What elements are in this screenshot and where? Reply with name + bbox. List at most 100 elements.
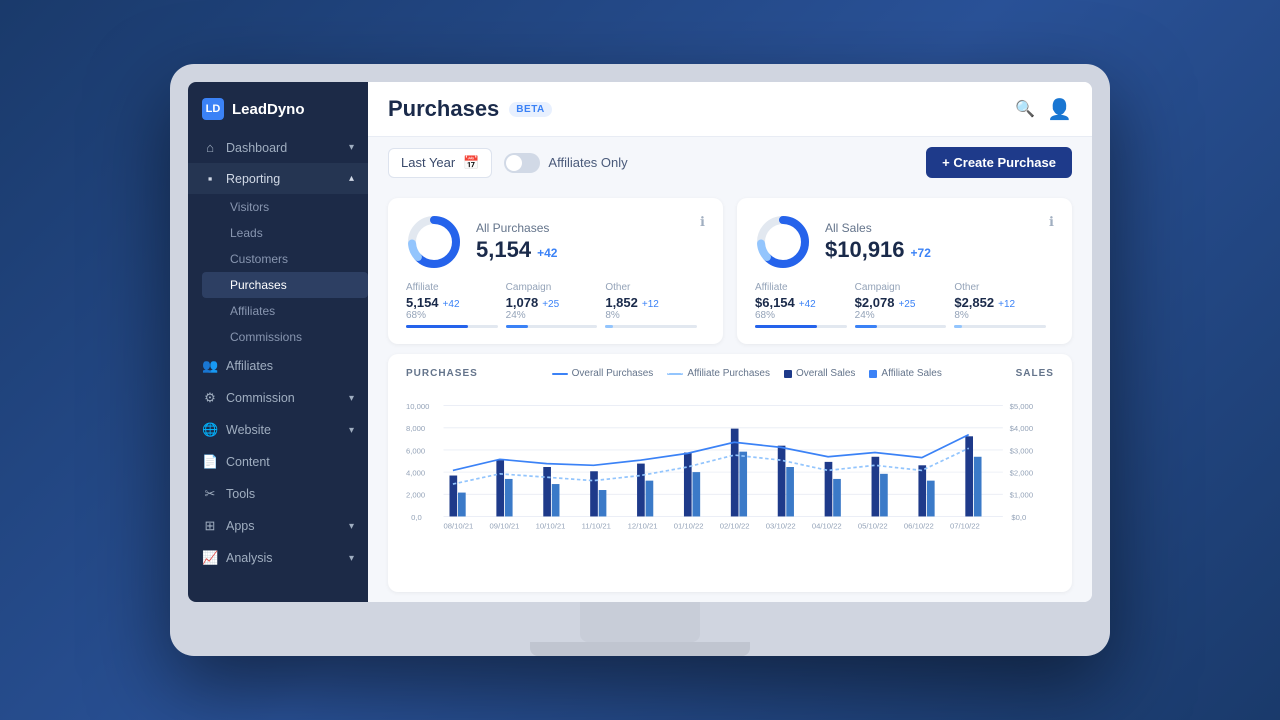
bar-affiliate-12	[974, 457, 982, 517]
purchases-card-label: All Purchases	[476, 221, 557, 235]
sidebar-item-dashboard[interactable]: ⌂ Dashboard ▾	[188, 132, 368, 163]
user-avatar[interactable]: 👤	[1047, 97, 1072, 122]
sidebar-item-apps[interactable]: ⊞ Apps ▾	[188, 510, 368, 542]
sales-affiliate-breakdown: Affiliate $6,154 +42 68%	[755, 282, 855, 328]
chart-legend: Overall Purchases Affiliate Purchases Ov…	[552, 368, 942, 379]
date-filter-label: Last Year	[401, 155, 455, 170]
bar-affiliate-4	[599, 490, 607, 516]
sidebar-label-commission: Commission	[226, 391, 295, 405]
sidebar-label-website: Website	[226, 423, 271, 437]
sidebar-label-dashboard: Dashboard	[226, 141, 287, 155]
top-header: Purchases BETA 🔍 👤	[368, 82, 1092, 137]
x-label-9: 04/10/22	[812, 521, 842, 530]
y-label-4000: 4,000	[406, 469, 425, 478]
y-label-0: 0,0	[411, 513, 422, 522]
bar-overall-8	[778, 446, 786, 517]
bar-affiliate-6	[692, 472, 700, 516]
chevron-reporting-icon: ▴	[349, 173, 354, 184]
sales-other-breakdown: Other $2,852 +12 8%	[954, 282, 1054, 328]
x-label-3: 10/10/21	[536, 521, 566, 530]
sidebar-item-tools[interactable]: ✂ Tools	[188, 478, 368, 510]
purchases-breakdown: Affiliate 5,154 +42 68% Campaign	[406, 282, 705, 328]
bar-overall-6	[684, 453, 692, 517]
purchases-other-breakdown: Other 1,852 +12 8%	[605, 282, 705, 328]
bar-overall-12	[965, 436, 973, 516]
bar-overall-3	[543, 467, 551, 516]
sidebar-item-affiliates-sub[interactable]: Affiliates	[202, 298, 368, 324]
bar-affiliate-2	[505, 479, 513, 517]
search-icon[interactable]: 🔍	[1015, 99, 1035, 119]
x-label-11: 06/10/22	[904, 521, 934, 530]
sidebar-item-commission[interactable]: ⚙ Commission ▾	[188, 382, 368, 414]
sidebar-item-customers[interactable]: Customers	[202, 246, 368, 272]
purchases-info-icon[interactable]: ℹ	[700, 214, 705, 230]
sidebar-item-content[interactable]: 📄 Content	[188, 446, 368, 478]
brand-name: LeadDyno	[232, 101, 305, 118]
bar-affiliate-7	[739, 452, 747, 517]
analysis-icon: 📈	[202, 550, 218, 566]
sales-card-value: $10,916	[825, 237, 905, 263]
affiliates-toggle-container: Affiliates Only	[504, 153, 627, 173]
sidebar-item-website[interactable]: 🌐 Website ▾	[188, 414, 368, 446]
purchases-card-header: All Purchases 5,154 +42 ℹ	[406, 214, 705, 270]
x-label-12: 07/10/22	[950, 521, 980, 530]
y-sales-2000: $2,000	[1010, 469, 1033, 478]
sidebar-item-commissions[interactable]: Commissions	[202, 324, 368, 350]
sales-main-info: All Sales $10,916 +72	[825, 221, 931, 263]
commission-icon: ⚙	[202, 390, 218, 406]
beta-badge: BETA	[509, 102, 551, 117]
bar-affiliate-5	[646, 481, 654, 517]
affiliates-toggle[interactable]	[504, 153, 540, 173]
sidebar-item-analysis[interactable]: 📈 Analysis ▾	[188, 542, 368, 574]
bar-overall-1	[449, 476, 457, 517]
sidebar-label-analysis: Analysis	[226, 551, 273, 565]
sidebar-label-reporting: Reporting	[226, 172, 280, 186]
sidebar-item-affiliates[interactable]: 👥 Affiliates	[188, 350, 368, 382]
chevron-analysis-icon: ▾	[349, 553, 354, 564]
reporting-icon: ▪	[202, 171, 218, 186]
sidebar: LD LeadDyno ⌂ Dashboard ▾ ▪ Reporting ▴ …	[188, 82, 368, 602]
x-label-2: 09/10/21	[490, 521, 520, 530]
sales-donut	[755, 214, 811, 270]
sales-stat-card: All Sales $10,916 +72 ℹ Affiliate	[737, 198, 1072, 344]
x-label-10: 05/10/22	[858, 521, 888, 530]
y-label-6000: 6,000	[406, 446, 425, 455]
legend-dot-overall-sales	[784, 370, 792, 378]
sidebar-item-visitors[interactable]: Visitors	[202, 194, 368, 220]
y-sales-1000: $1,000	[1010, 491, 1033, 500]
sidebar-label-affiliates: Affiliates	[226, 359, 273, 373]
y-sales-0: $0,0	[1011, 513, 1026, 522]
chevron-apps-icon: ▾	[349, 521, 354, 532]
sidebar-item-reporting[interactable]: ▪ Reporting ▴	[188, 163, 368, 194]
stat-cards-area: All Purchases 5,154 +42 ℹ Affiliate	[368, 188, 1092, 354]
bar-affiliate-3	[552, 484, 560, 516]
toolbar: Last Year 📅 Affiliates Only + Create Pur…	[368, 137, 1092, 188]
legend-line-overall	[552, 373, 568, 375]
home-icon: ⌂	[202, 140, 218, 155]
legend-overall-sales: Overall Sales	[784, 368, 855, 379]
sidebar-item-purchases[interactable]: Purchases	[202, 272, 368, 298]
x-label-6: 01/10/22	[674, 521, 704, 530]
y-label-8000: 8,000	[406, 424, 425, 433]
chart-sales-label: SALES	[1016, 368, 1054, 379]
purchases-campaign-breakdown: Campaign 1,078 +25 24%	[506, 282, 606, 328]
legend-dot-affiliate-sales	[869, 370, 877, 378]
toggle-thumb	[506, 155, 522, 171]
sales-campaign-breakdown: Campaign $2,078 +25 24%	[855, 282, 955, 328]
bar-affiliate-11	[927, 481, 935, 517]
x-label-8: 03/10/22	[766, 521, 796, 530]
legend-line-affiliate	[667, 373, 683, 375]
x-label-7: 02/10/22	[720, 521, 750, 530]
affiliates-icon: 👥	[202, 358, 218, 374]
legend-overall-purchases: Overall Purchases	[552, 368, 654, 379]
chart-svg: 10,000 8,000 6,000 4,000 2,000 0,0 $5,00…	[406, 387, 1054, 547]
sales-breakdown: Affiliate $6,154 +42 68% Campaign	[755, 282, 1054, 328]
create-purchase-button[interactable]: + Create Purchase	[926, 147, 1072, 178]
sales-info-icon[interactable]: ℹ	[1049, 214, 1054, 230]
logo-icon: LD	[202, 98, 224, 120]
sidebar-item-leads[interactable]: Leads	[202, 220, 368, 246]
reporting-submenu: Visitors Leads Customers Purchases Affil…	[188, 194, 368, 350]
date-filter-button[interactable]: Last Year 📅	[388, 148, 492, 178]
bar-overall-2	[496, 460, 504, 516]
line-overall-purchases	[453, 435, 969, 471]
